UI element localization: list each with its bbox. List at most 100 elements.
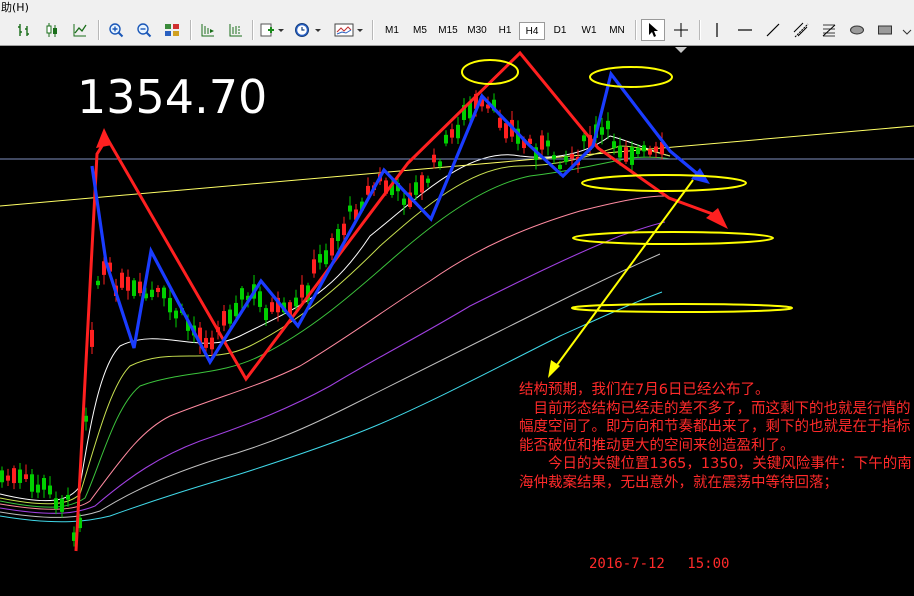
candle-body xyxy=(630,147,634,165)
level-ellipse-2[interactable] xyxy=(572,231,774,245)
candle-body xyxy=(582,135,586,142)
auto-scroll-icon xyxy=(201,24,214,37)
trendline-icon xyxy=(766,23,780,37)
channel-icon xyxy=(793,22,809,38)
vertical-line-tool-button[interactable] xyxy=(705,19,729,41)
equidistant-channel-tool-button[interactable] xyxy=(789,19,813,41)
tile-windows-button[interactable] xyxy=(160,19,184,41)
annotation-line-1: 结构预期，我们在7月6日已经公布了。 xyxy=(519,382,770,398)
timeframe-m5[interactable]: M5 xyxy=(409,22,431,40)
fibonacci-tool-button[interactable] xyxy=(817,19,841,41)
trendline-tool-button[interactable] xyxy=(761,19,785,41)
zoom-out-icon xyxy=(137,23,152,38)
candle-body xyxy=(420,175,424,193)
candle-body xyxy=(168,297,172,313)
candle-body xyxy=(504,123,508,139)
templates-icon xyxy=(334,23,363,37)
ellipse-tool-button[interactable] xyxy=(845,19,869,41)
candle-body xyxy=(636,147,640,155)
timeframe-m1[interactable]: M1 xyxy=(381,22,403,40)
candle-body xyxy=(24,474,28,480)
horizontal-line-icon xyxy=(738,29,752,31)
candle-body xyxy=(642,145,646,152)
candle-body xyxy=(264,308,268,321)
timeframe-w1[interactable]: W1 xyxy=(577,22,601,40)
candle-body xyxy=(600,127,604,135)
annotation-line-2: 目前形态结构已经走的差不多了，而这剩下的也就是行情的幅度空间了。即方向和节奏都出… xyxy=(519,400,911,454)
ellipse-icon xyxy=(850,25,864,35)
timeframe-m30[interactable]: M30 xyxy=(464,22,490,40)
annotation-timestamp: 2016-7-12 15:00 xyxy=(589,556,730,572)
candle-body xyxy=(120,272,124,288)
candle-body xyxy=(90,329,94,347)
timeframe-m15[interactable]: M15 xyxy=(435,22,461,40)
candle-body xyxy=(444,134,448,144)
candle-body xyxy=(426,178,430,183)
chart-shift-marker[interactable] xyxy=(675,47,687,53)
bar-chart-button[interactable] xyxy=(12,19,36,41)
top-right-ellipse[interactable] xyxy=(589,66,673,88)
cursor-icon xyxy=(649,23,658,37)
help-menu[interactable]: 助(H) xyxy=(0,1,29,14)
candle-body xyxy=(540,135,544,150)
timeframe-d1[interactable]: D1 xyxy=(549,22,571,40)
level-ellipse-3[interactable] xyxy=(571,303,793,313)
candle-body xyxy=(54,498,58,509)
rectangle-tool-button[interactable] xyxy=(873,19,897,41)
candle-body xyxy=(210,337,214,350)
candle-body xyxy=(348,205,352,212)
line-chart-button[interactable] xyxy=(68,19,92,41)
candle-body xyxy=(204,338,208,348)
candle-body xyxy=(18,469,22,483)
candle-body xyxy=(546,140,550,147)
timeframe-mn[interactable]: MN xyxy=(604,22,630,40)
indicators-button[interactable] xyxy=(257,19,287,41)
candle-body xyxy=(222,311,226,326)
yellow-pointer-line[interactable] xyxy=(553,179,694,370)
timeframe-h4[interactable]: H4 xyxy=(519,22,545,40)
zoom-out-button[interactable] xyxy=(132,19,156,41)
timeframe-h1[interactable]: H1 xyxy=(494,22,516,40)
candle-body xyxy=(612,141,616,149)
candle-body xyxy=(564,156,568,163)
chart-shift-button[interactable] xyxy=(224,19,248,41)
candle-body xyxy=(648,149,652,155)
candle-body xyxy=(36,484,40,493)
candle-body xyxy=(342,223,346,236)
candle-body xyxy=(270,302,274,312)
candle-body xyxy=(438,161,442,167)
periods-button[interactable] xyxy=(292,19,324,41)
candle-body xyxy=(318,254,322,263)
candle-body xyxy=(414,182,418,195)
auto-scroll-button[interactable] xyxy=(196,19,220,41)
candle-body xyxy=(618,145,622,158)
candle-body xyxy=(330,238,334,256)
candle-body xyxy=(0,470,4,483)
candle-body xyxy=(234,302,238,317)
toolbar-overflow-button[interactable] xyxy=(899,19,914,41)
candle-body xyxy=(498,117,502,128)
candle-body xyxy=(300,284,304,298)
rectangle-icon xyxy=(878,25,892,35)
candle-body xyxy=(126,276,130,291)
candle-body xyxy=(294,297,298,307)
candle-body xyxy=(606,120,610,130)
templates-button[interactable] xyxy=(332,19,366,41)
crosshair-tool-button[interactable] xyxy=(669,19,693,41)
horizontal-line-tool-button[interactable] xyxy=(733,19,757,41)
candle-body xyxy=(150,289,154,298)
candle-body xyxy=(96,280,100,286)
level-ellipse-1[interactable] xyxy=(581,174,747,192)
candle-body xyxy=(654,146,658,152)
tile-windows-icon xyxy=(165,24,179,36)
zoom-in-button[interactable] xyxy=(104,19,128,41)
candle-body xyxy=(258,291,262,307)
candle-body xyxy=(30,474,34,492)
price-chart[interactable] xyxy=(0,46,914,596)
bar-chart-icon xyxy=(18,24,29,36)
candlestick-button[interactable] xyxy=(40,19,64,41)
candle-body xyxy=(42,478,46,490)
cursor-tool-button[interactable] xyxy=(641,19,665,41)
candle-body xyxy=(240,288,244,300)
candle-body xyxy=(456,124,460,139)
